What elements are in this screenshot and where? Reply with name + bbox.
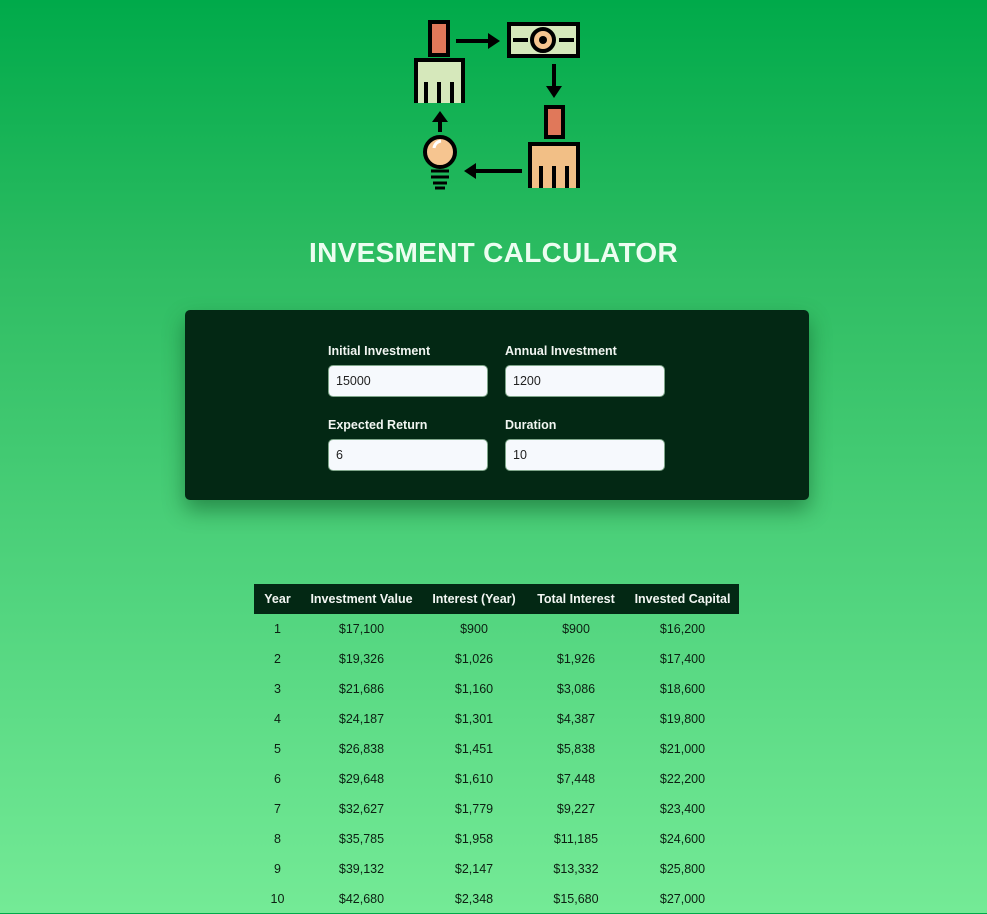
- cell-interest-year: $1,779: [454, 802, 494, 816]
- cell-total-interest: $7,448: [556, 772, 596, 786]
- cell-year: 8: [274, 832, 281, 846]
- cell-investment-value: $32,627: [338, 802, 385, 816]
- table-row: 3 $21,686 $1,160 $3,086 $18,600: [254, 674, 739, 704]
- annual-investment-group: Annual Investment: [505, 342, 665, 397]
- cell-invested-capital: $16,200: [659, 622, 706, 636]
- cell-interest-year: $1,026: [454, 652, 494, 666]
- cell-invested-capital: $23,400: [659, 802, 706, 816]
- cell-investment-value: $39,132: [338, 862, 385, 876]
- cell-total-interest: $1,926: [556, 652, 596, 666]
- cell-invested-capital: $25,800: [659, 862, 706, 876]
- table-header-row: Year Investment Value Interest (Year) To…: [254, 584, 739, 614]
- initial-investment-input[interactable]: [328, 365, 488, 397]
- cell-year: 7: [274, 802, 281, 816]
- cell-year: 10: [270, 892, 285, 906]
- cell-investment-value: $42,680: [338, 892, 385, 906]
- table-row: 1 $17,100 $900 $900 $16,200: [254, 614, 739, 644]
- cell-interest-year: $1,160: [454, 682, 494, 696]
- table-row: 8 $35,785 $1,958 $11,185 $24,600: [254, 824, 739, 854]
- duration-group: Duration: [505, 416, 665, 471]
- cell-year: 1: [274, 622, 281, 636]
- cell-investment-value: $17,100: [338, 622, 385, 636]
- table-row: 10 $42,680 $2,348 $15,680 $27,000: [254, 884, 739, 914]
- cell-year: 2: [274, 652, 281, 666]
- cell-total-interest: $3,086: [556, 682, 596, 696]
- cell-investment-value: $26,838: [338, 742, 385, 756]
- cell-year: 9: [274, 862, 281, 876]
- cell-invested-capital: $22,200: [659, 772, 706, 786]
- cell-total-interest: $4,387: [556, 712, 596, 726]
- expected-return-input[interactable]: [328, 439, 488, 471]
- duration-input[interactable]: [505, 439, 665, 471]
- cell-total-interest: $11,185: [553, 832, 599, 846]
- initial-investment-label: Initial Investment: [328, 344, 431, 358]
- table-row: 4 $24,187 $1,301 $4,387 $19,800: [254, 704, 739, 734]
- table-row: 2 $19,326 $1,026 $1,926 $17,400: [254, 644, 739, 674]
- cell-interest-year: $900: [460, 622, 488, 636]
- cell-investment-value: $35,785: [338, 832, 385, 846]
- cell-year: 4: [274, 712, 281, 726]
- cell-interest-year: $2,147: [454, 862, 494, 876]
- duration-label: Duration: [505, 418, 557, 432]
- cell-total-interest: $13,332: [553, 862, 599, 876]
- cell-investment-value: $24,187: [338, 712, 385, 726]
- expected-return-group: Expected Return: [328, 416, 488, 471]
- annual-investment-input[interactable]: [505, 365, 665, 397]
- cell-invested-capital: $27,000: [659, 892, 706, 906]
- cell-investment-value: $19,326: [338, 652, 385, 666]
- page-title: INVESMENT CALCULATOR: [309, 236, 678, 268]
- cell-invested-capital: $19,800: [659, 712, 706, 726]
- user-input-panel: Initial Investment Annual Investment Exp…: [185, 310, 809, 500]
- initial-investment-group: Initial Investment: [328, 342, 488, 397]
- cell-interest-year: $1,451: [454, 742, 494, 756]
- cell-interest-year: $2,348: [454, 892, 494, 906]
- cell-total-interest: $5,838: [556, 742, 596, 756]
- header-interest-year: Interest (Year): [422, 584, 526, 614]
- cell-year: 3: [274, 682, 281, 696]
- cell-total-interest: $9,227: [556, 802, 596, 816]
- cell-investment-value: $29,648: [338, 772, 385, 786]
- header-investment-value: Investment Value: [301, 584, 422, 614]
- cell-interest-year: $1,610: [454, 772, 494, 786]
- table-row: 9 $39,132 $2,147 $13,332 $25,800: [254, 854, 739, 884]
- header-invested-capital: Invested Capital: [626, 584, 739, 614]
- cell-invested-capital: $18,600: [659, 682, 706, 696]
- table-row: 6 $29,648 $1,610 $7,448 $22,200: [254, 764, 739, 794]
- cell-investment-value: $21,686: [338, 682, 385, 696]
- header-total-interest: Total Interest: [526, 584, 626, 614]
- cell-total-interest: $900: [562, 622, 590, 636]
- cell-year: 5: [274, 742, 281, 756]
- cell-total-interest: $15,680: [553, 892, 599, 906]
- table-row: 7 $32,627 $1,779 $9,227 $23,400: [254, 794, 739, 824]
- expected-return-label: Expected Return: [328, 418, 428, 432]
- page-header: INVESMENT CALCULATOR: [0, 0, 987, 270]
- cell-interest-year: $1,958: [454, 832, 494, 846]
- investment-cycle-icon: [414, 20, 580, 190]
- cell-invested-capital: $17,400: [659, 652, 706, 666]
- annual-investment-label: Annual Investment: [505, 344, 617, 358]
- cell-invested-capital: $21,000: [659, 742, 706, 756]
- cell-invested-capital: $24,600: [659, 832, 706, 846]
- table-row: 5 $26,838 $1,451 $5,838 $21,000: [254, 734, 739, 764]
- cell-year: 6: [274, 772, 281, 786]
- header-year: Year: [254, 584, 301, 614]
- cell-interest-year: $1,301: [454, 712, 494, 726]
- results-table: Year Investment Value Interest (Year) To…: [254, 584, 739, 914]
